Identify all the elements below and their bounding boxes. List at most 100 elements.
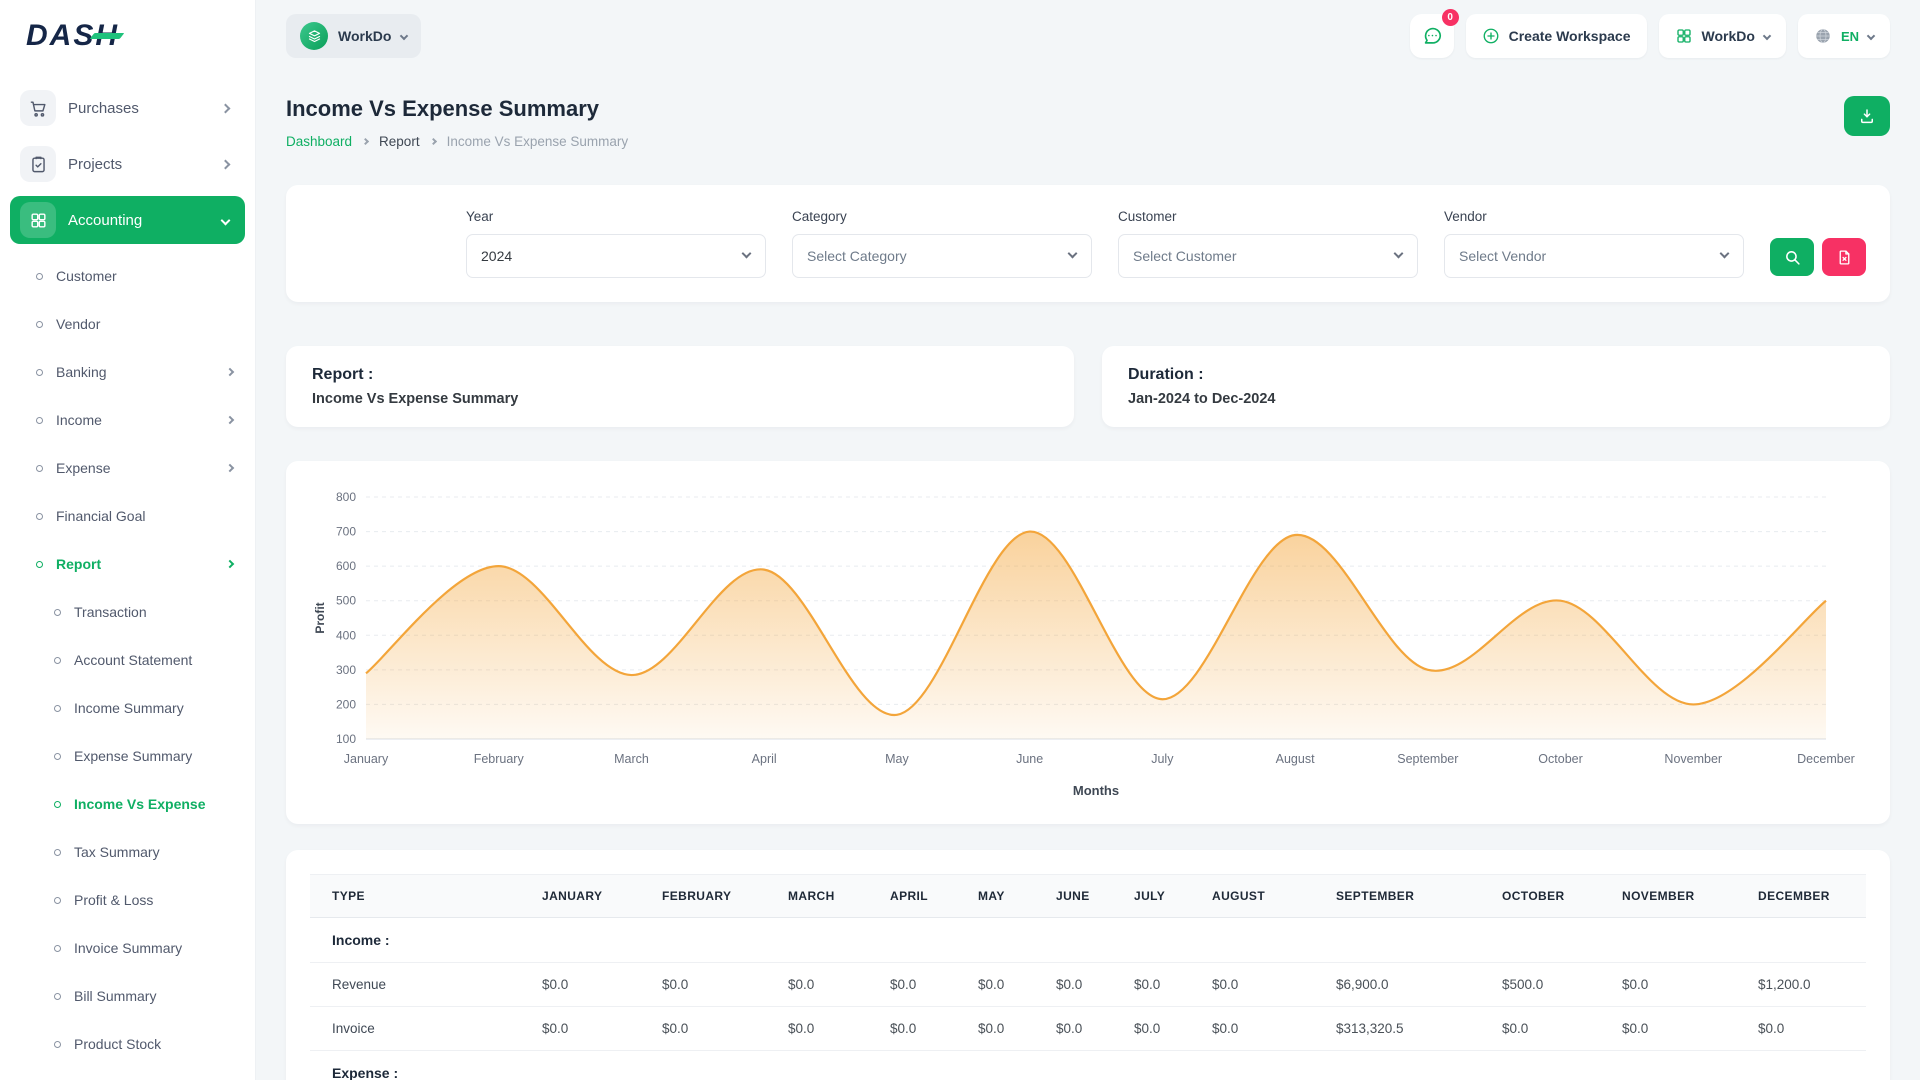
sidebar-item-report[interactable]: Report [10, 540, 245, 588]
sidebar-item-label: Purchases [68, 100, 139, 117]
workspace-switcher[interactable]: WorkDo [286, 14, 421, 58]
sidebar-item-bill-summary[interactable]: Bill Summary [10, 972, 245, 1020]
chart-month-label: August [1276, 752, 1315, 766]
col-header-january: JANUARY [530, 875, 650, 918]
search-icon [1784, 249, 1801, 266]
create-workspace-label: Create Workspace [1509, 28, 1631, 44]
chevron-right-icon [226, 416, 234, 424]
sidebar-item-expense[interactable]: Expense [10, 444, 245, 492]
profit-chart: 100200300400500600700800JanuaryFebruaryM… [310, 481, 1866, 801]
table-section-row: Income : [310, 918, 1866, 963]
breadcrumb-report[interactable]: Report [379, 134, 420, 149]
cell-value: $0.0 [530, 963, 650, 1007]
messages-button[interactable]: 0 [1410, 14, 1454, 58]
sidebar-item-account-statement[interactable]: Account Statement [10, 636, 245, 684]
sidebar-item-cash-flow[interactable]: Cash Flow [10, 1068, 245, 1080]
download-button[interactable] [1844, 96, 1890, 136]
sidebar-item-income-summary[interactable]: Income Summary [10, 684, 245, 732]
workspace-menu-button[interactable]: WorkDo [1659, 14, 1786, 58]
col-header-december: DECEMBER [1746, 875, 1866, 918]
apply-filter-button[interactable] [1770, 238, 1814, 276]
circle-icon [36, 465, 43, 472]
breadcrumb-dashboard[interactable]: Dashboard [286, 134, 352, 149]
customer-label: Customer [1118, 209, 1418, 224]
vendor-select[interactable]: Select Vendor [1444, 234, 1744, 278]
reset-icon [1836, 249, 1853, 266]
breadcrumb-current: Income Vs Expense Summary [447, 134, 629, 149]
year-select[interactable]: 2024 [466, 234, 766, 278]
cell-value: $0.0 [878, 1007, 966, 1051]
table-header-row: TYPEJANUARYFEBRUARYMARCHAPRILMAYJUNEJULY… [310, 875, 1866, 918]
sidebar-item-label: Report [56, 556, 101, 572]
col-header-march: MARCH [776, 875, 878, 918]
circle-icon [54, 849, 61, 856]
chevron-right-icon [362, 138, 369, 145]
chevron-down-icon [221, 215, 231, 225]
cell-value: $0.0 [1122, 963, 1200, 1007]
sidebar-item-income-vs-expense[interactable]: Income Vs Expense [10, 780, 245, 828]
chevron-down-icon [1763, 32, 1771, 40]
create-workspace-button[interactable]: Create Workspace [1466, 14, 1647, 58]
language-selector[interactable]: EN [1798, 14, 1890, 58]
cell-value: $0.0 [1610, 963, 1746, 1007]
plus-circle-icon [1482, 27, 1500, 45]
shopping-cart-icon [20, 90, 56, 126]
sidebar-item-profit-loss[interactable]: Profit & Loss [10, 876, 245, 924]
customer-select[interactable]: Select Customer [1118, 234, 1418, 278]
circle-icon [36, 417, 43, 424]
sidebar-item-transaction[interactable]: Transaction [10, 588, 245, 636]
sidebar-item-label: Profit & Loss [74, 892, 153, 908]
sidebar-item-customer[interactable]: Customer [10, 252, 245, 300]
cell-value: $0.0 [1044, 1007, 1122, 1051]
sidebar-item-tax-summary[interactable]: Tax Summary [10, 828, 245, 876]
vendor-label: Vendor [1444, 209, 1744, 224]
chart-ytick-label: 800 [336, 490, 356, 504]
page-head: Income Vs Expense Summary Dashboard Repo… [286, 96, 1890, 149]
sidebar-item-label: Vendor [56, 316, 100, 332]
chevron-right-icon [226, 560, 234, 568]
sidebar-item-purchases[interactable]: Purchases [10, 84, 245, 132]
table-card: TYPEJANUARYFEBRUARYMARCHAPRILMAYJUNEJULY… [286, 850, 1890, 1080]
chart-yaxis-title: Profit [313, 602, 327, 633]
circle-icon [36, 321, 43, 328]
chart-month-label: April [752, 752, 777, 766]
table-section-row: Expense : [310, 1051, 1866, 1080]
chart-month-label: October [1538, 752, 1582, 766]
sidebar-item-invoice-summary[interactable]: Invoice Summary [10, 924, 245, 972]
reset-filter-button[interactable] [1822, 238, 1866, 276]
sidebar-item-vendor[interactable]: Vendor [10, 300, 245, 348]
page-title: Income Vs Expense Summary [286, 96, 628, 122]
col-header-june: JUNE [1044, 875, 1122, 918]
year-filter: Year 2024 [466, 209, 766, 278]
chart-month-label: July [1151, 752, 1174, 766]
cell-value: $0.0 [878, 963, 966, 1007]
chart-card: 100200300400500600700800JanuaryFebruaryM… [286, 461, 1890, 824]
sidebar-item-projects[interactable]: Projects [10, 140, 245, 188]
cell-value: $313,320.5 [1324, 1007, 1490, 1051]
main-column: WorkDo 0 Create Workspace WorkDo [256, 0, 1920, 1080]
cell-value: $0.0 [966, 963, 1044, 1007]
workspace-avatar [300, 22, 328, 50]
app-logo[interactable]: DASH [0, 0, 255, 72]
sidebar-item-expense-summary[interactable]: Expense Summary [10, 732, 245, 780]
globe-icon [1814, 27, 1832, 45]
col-header-november: NOVEMBER [1610, 875, 1746, 918]
row-label: Invoice [310, 1007, 530, 1051]
app-root: DASH Purchases Projects [0, 0, 1920, 1080]
workspace-name: WorkDo [338, 28, 391, 44]
chart-ytick-label: 300 [336, 663, 356, 677]
sidebar-item-product-stock[interactable]: Product Stock [10, 1020, 245, 1068]
sidebar-item-financial-goal[interactable]: Financial Goal [10, 492, 245, 540]
table-row: Revenue$0.0$0.0$0.0$0.0$0.0$0.0$0.0$0.0$… [310, 963, 1866, 1007]
chevron-right-icon [221, 103, 231, 113]
category-select[interactable]: Select Category [792, 234, 1092, 278]
section-label: Income : [310, 918, 1866, 963]
sidebar-item-income[interactable]: Income [10, 396, 245, 444]
circle-icon [54, 753, 61, 760]
sidebar-item-accounting[interactable]: Accounting [10, 196, 245, 244]
chart-month-label: February [474, 752, 525, 766]
cell-value: $0.0 [650, 963, 776, 1007]
chart-ytick-label: 500 [336, 594, 356, 608]
sidebar-item-banking[interactable]: Banking [10, 348, 245, 396]
chart-month-label: March [614, 752, 649, 766]
